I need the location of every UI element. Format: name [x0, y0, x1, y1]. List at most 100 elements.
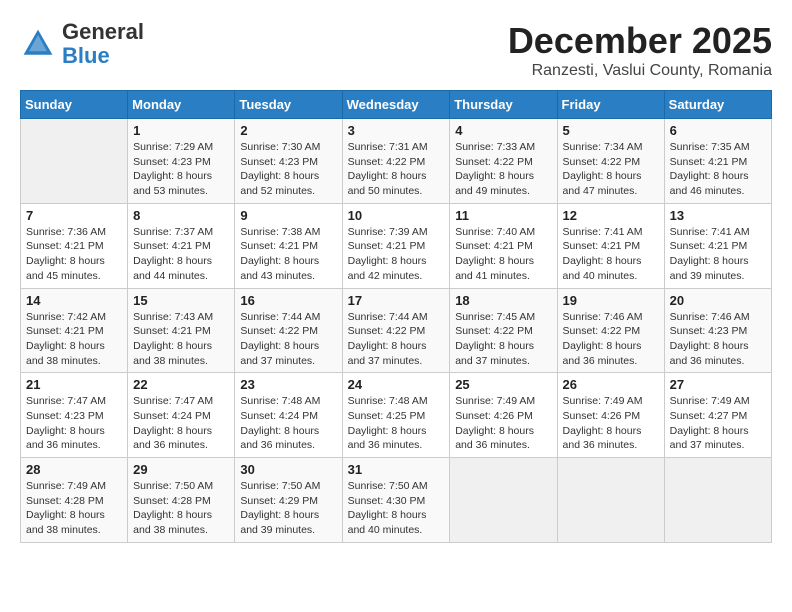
day-number: 24	[348, 377, 445, 392]
day-number: 3	[348, 123, 445, 138]
calendar-cell: 8Sunrise: 7:37 AM Sunset: 4:21 PM Daylig…	[128, 203, 235, 288]
calendar-header-row: SundayMondayTuesdayWednesdayThursdayFrid…	[21, 91, 772, 119]
calendar-cell: 28 Sunrise: 7:49 AM Sunset: 4:28 PM Dayli…	[21, 458, 128, 543]
header-friday: Friday	[557, 91, 664, 119]
day-info: Sunrise: 7:46 AM Sunset: 4:22 PM Dayligh…	[563, 310, 659, 369]
day-info: Sunrise: 7:29 AM Sunset: 4:23 PM Dayligh…	[133, 140, 229, 199]
day-number: 10	[348, 208, 445, 223]
header-wednesday: Wednesday	[342, 91, 450, 119]
calendar-cell: 31 Sunrise: 7:50 AM Sunset: 4:30 PM Dayli…	[342, 458, 450, 543]
day-number: 23	[240, 377, 336, 392]
day-info: Sunrise: 7:39 AM Sunset: 4:21 PM Dayligh…	[348, 225, 445, 284]
day-info: Sunrise: 7:50 AM Sunset: 4:28 PM Dayligh…	[133, 479, 229, 538]
calendar-cell: 10 Sunrise: 7:39 AM Sunset: 4:21 PM Dayli…	[342, 203, 450, 288]
title-block: December 2025 Ranzesti, Vaslui County, R…	[508, 20, 772, 80]
calendar-cell: 21Sunrise: 7:47 AM Sunset: 4:23 PM Dayli…	[21, 373, 128, 458]
logo: General Blue	[20, 20, 144, 68]
day-info: Sunrise: 7:34 AM Sunset: 4:22 PM Dayligh…	[563, 140, 659, 199]
day-number: 28	[26, 462, 122, 477]
day-number: 30	[240, 462, 336, 477]
day-info: Sunrise: 7:43 AM Sunset: 4:21 PM Dayligh…	[133, 310, 229, 369]
calendar-cell	[21, 119, 128, 204]
day-info: Sunrise: 7:37 AM Sunset: 4:21 PM Dayligh…	[133, 225, 229, 284]
logo-general-text: General	[62, 19, 144, 44]
day-info: Sunrise: 7:49 AM Sunset: 4:28 PM Dayligh…	[26, 479, 122, 538]
day-info: Sunrise: 7:41 AM Sunset: 4:21 PM Dayligh…	[563, 225, 659, 284]
day-number: 31	[348, 462, 445, 477]
page-subtitle: Ranzesti, Vaslui County, Romania	[508, 62, 772, 80]
day-number: 20	[670, 293, 766, 308]
day-info: Sunrise: 7:30 AM Sunset: 4:23 PM Dayligh…	[240, 140, 336, 199]
calendar-cell: 23 Sunrise: 7:48 AM Sunset: 4:24 PM Dayli…	[235, 373, 342, 458]
day-info: Sunrise: 7:49 AM Sunset: 4:26 PM Dayligh…	[563, 394, 659, 453]
day-number: 7	[26, 208, 122, 223]
day-info: Sunrise: 7:33 AM Sunset: 4:22 PM Dayligh…	[455, 140, 551, 199]
day-info: Sunrise: 7:38 AM Sunset: 4:21 PM Dayligh…	[240, 225, 336, 284]
calendar-cell: 11Sunrise: 7:40 AM Sunset: 4:21 PM Dayli…	[450, 203, 557, 288]
calendar-cell: 29 Sunrise: 7:50 AM Sunset: 4:28 PM Dayli…	[128, 458, 235, 543]
calendar-cell: 4 Sunrise: 7:33 AM Sunset: 4:22 PM Daylig…	[450, 119, 557, 204]
day-number: 17	[348, 293, 445, 308]
calendar-week-row: 14Sunrise: 7:42 AM Sunset: 4:21 PM Dayli…	[21, 288, 772, 373]
calendar-cell: 9 Sunrise: 7:38 AM Sunset: 4:21 PM Daylig…	[235, 203, 342, 288]
header-thursday: Thursday	[450, 91, 557, 119]
day-number: 15	[133, 293, 229, 308]
day-info: Sunrise: 7:40 AM Sunset: 4:21 PM Dayligh…	[455, 225, 551, 284]
calendar-cell: 15 Sunrise: 7:43 AM Sunset: 4:21 PM Dayli…	[128, 288, 235, 373]
header-saturday: Saturday	[664, 91, 771, 119]
calendar-cell: 19 Sunrise: 7:46 AM Sunset: 4:22 PM Dayli…	[557, 288, 664, 373]
day-number: 29	[133, 462, 229, 477]
day-info: Sunrise: 7:44 AM Sunset: 4:22 PM Dayligh…	[240, 310, 336, 369]
day-info: Sunrise: 7:36 AM Sunset: 4:21 PM Dayligh…	[26, 225, 122, 284]
calendar-cell: 27 Sunrise: 7:49 AM Sunset: 4:27 PM Dayli…	[664, 373, 771, 458]
day-info: Sunrise: 7:45 AM Sunset: 4:22 PM Dayligh…	[455, 310, 551, 369]
page-title: December 2025	[508, 20, 772, 62]
day-number: 2	[240, 123, 336, 138]
calendar-cell: 24 Sunrise: 7:48 AM Sunset: 4:25 PM Dayli…	[342, 373, 450, 458]
day-info: Sunrise: 7:47 AM Sunset: 4:24 PM Dayligh…	[133, 394, 229, 453]
calendar-cell: 7 Sunrise: 7:36 AM Sunset: 4:21 PM Daylig…	[21, 203, 128, 288]
day-info: Sunrise: 7:49 AM Sunset: 4:27 PM Dayligh…	[670, 394, 766, 453]
calendar-week-row: 1Sunrise: 7:29 AM Sunset: 4:23 PM Daylig…	[21, 119, 772, 204]
calendar-cell: 16 Sunrise: 7:44 AM Sunset: 4:22 PM Dayli…	[235, 288, 342, 373]
calendar-cell: 1Sunrise: 7:29 AM Sunset: 4:23 PM Daylig…	[128, 119, 235, 204]
day-number: 14	[26, 293, 122, 308]
day-info: Sunrise: 7:47 AM Sunset: 4:23 PM Dayligh…	[26, 394, 122, 453]
day-info: Sunrise: 7:46 AM Sunset: 4:23 PM Dayligh…	[670, 310, 766, 369]
calendar-cell	[664, 458, 771, 543]
calendar-cell: 6 Sunrise: 7:35 AM Sunset: 4:21 PM Daylig…	[664, 119, 771, 204]
calendar-cell: 26 Sunrise: 7:49 AM Sunset: 4:26 PM Dayli…	[557, 373, 664, 458]
day-number: 13	[670, 208, 766, 223]
day-number: 19	[563, 293, 659, 308]
day-number: 25	[455, 377, 551, 392]
calendar-cell	[450, 458, 557, 543]
day-info: Sunrise: 7:50 AM Sunset: 4:30 PM Dayligh…	[348, 479, 445, 538]
calendar-cell: 12 Sunrise: 7:41 AM Sunset: 4:21 PM Dayli…	[557, 203, 664, 288]
day-info: Sunrise: 7:48 AM Sunset: 4:25 PM Dayligh…	[348, 394, 445, 453]
day-number: 26	[563, 377, 659, 392]
day-number: 12	[563, 208, 659, 223]
header-monday: Monday	[128, 91, 235, 119]
day-number: 6	[670, 123, 766, 138]
calendar-cell: 5 Sunrise: 7:34 AM Sunset: 4:22 PM Daylig…	[557, 119, 664, 204]
calendar-cell: 2 Sunrise: 7:30 AM Sunset: 4:23 PM Daylig…	[235, 119, 342, 204]
day-number: 16	[240, 293, 336, 308]
day-info: Sunrise: 7:31 AM Sunset: 4:22 PM Dayligh…	[348, 140, 445, 199]
calendar-cell: 18Sunrise: 7:45 AM Sunset: 4:22 PM Dayli…	[450, 288, 557, 373]
calendar-cell: 22Sunrise: 7:47 AM Sunset: 4:24 PM Dayli…	[128, 373, 235, 458]
day-number: 9	[240, 208, 336, 223]
calendar-cell: 20 Sunrise: 7:46 AM Sunset: 4:23 PM Dayli…	[664, 288, 771, 373]
calendar-week-row: 21Sunrise: 7:47 AM Sunset: 4:23 PM Dayli…	[21, 373, 772, 458]
header-sunday: Sunday	[21, 91, 128, 119]
day-number: 27	[670, 377, 766, 392]
day-info: Sunrise: 7:35 AM Sunset: 4:21 PM Dayligh…	[670, 140, 766, 199]
day-info: Sunrise: 7:48 AM Sunset: 4:24 PM Dayligh…	[240, 394, 336, 453]
day-info: Sunrise: 7:49 AM Sunset: 4:26 PM Dayligh…	[455, 394, 551, 453]
calendar-week-row: 28 Sunrise: 7:49 AM Sunset: 4:28 PM Dayli…	[21, 458, 772, 543]
page-header: General Blue December 2025 Ranzesti, Vas…	[20, 20, 772, 80]
logo-blue-text: Blue	[62, 43, 110, 68]
day-number: 5	[563, 123, 659, 138]
logo-icon	[20, 26, 56, 62]
calendar-week-row: 7 Sunrise: 7:36 AM Sunset: 4:21 PM Daylig…	[21, 203, 772, 288]
day-number: 4	[455, 123, 551, 138]
